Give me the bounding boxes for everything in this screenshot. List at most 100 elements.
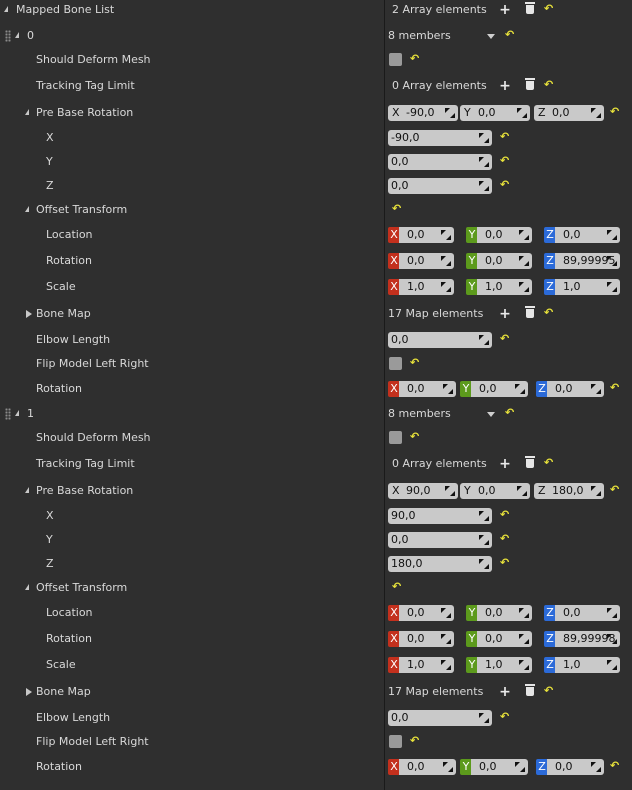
rotation-x-field[interactable]: 0,0: [399, 253, 454, 269]
pre-base-z-field[interactable]: Z 0,0: [534, 105, 604, 121]
collapse-arrow-icon[interactable]: [25, 206, 29, 212]
pre-base-y-field[interactable]: 0,0: [388, 154, 492, 170]
expand-arrow-icon[interactable]: [26, 310, 32, 318]
drag-handle-icon[interactable]: [519, 608, 529, 618]
reset-arrow-icon[interactable]: [610, 107, 620, 117]
reset-arrow-icon[interactable]: [544, 4, 554, 14]
collapse-arrow-icon[interactable]: [25, 584, 29, 590]
scale-z-field[interactable]: 1,0: [555, 657, 620, 673]
reset-arrow-icon[interactable]: [500, 712, 510, 722]
rotation2-x-field[interactable]: 0,0: [399, 381, 456, 397]
drag-handle-icon[interactable]: [441, 256, 451, 266]
reset-arrow-icon[interactable]: [500, 156, 510, 166]
pre-base-z-field[interactable]: 0,0: [388, 178, 492, 194]
drag-handle-icon[interactable]: [607, 230, 617, 240]
reset-arrow-icon[interactable]: [500, 558, 510, 568]
pre-base-y-field[interactable]: 0,0: [388, 532, 492, 548]
reset-arrow-icon[interactable]: [610, 383, 620, 393]
location-x-field[interactable]: 0,0: [399, 605, 454, 621]
rotation2-y-field[interactable]: 0,0: [471, 381, 528, 397]
rotation-z-field[interactable]: 89,99998: [555, 631, 620, 647]
drag-handle-icon[interactable]: [479, 181, 489, 191]
location-x-field[interactable]: 0,0: [399, 227, 454, 243]
plus-icon[interactable]: +: [498, 684, 512, 700]
drag-handle-icon[interactable]: [519, 660, 529, 670]
drag-handle-icon[interactable]: [479, 535, 489, 545]
chevron-down-icon[interactable]: [487, 412, 495, 417]
drag-handle-icon[interactable]: [445, 108, 455, 118]
drag-handle-icon[interactable]: [479, 713, 489, 723]
should-deform-checkbox[interactable]: [389, 53, 402, 66]
elbow-length-field[interactable]: 0,0: [388, 332, 492, 348]
rotation-x-field[interactable]: 0,0: [399, 631, 454, 647]
drag-handle-icon[interactable]: [591, 762, 601, 772]
drag-handle-icon[interactable]: [519, 282, 529, 292]
flip-model-checkbox[interactable]: [389, 357, 402, 370]
reset-arrow-icon[interactable]: [610, 761, 620, 771]
scale-y-field[interactable]: 1,0: [477, 657, 532, 673]
drag-handle-icon[interactable]: [517, 108, 527, 118]
plus-icon[interactable]: +: [498, 78, 512, 94]
collapse-arrow-icon[interactable]: [4, 6, 8, 12]
rotation2-x-field[interactable]: 0,0: [399, 759, 456, 775]
drag-grip-icon[interactable]: [5, 408, 11, 420]
reset-arrow-icon[interactable]: [500, 510, 510, 520]
drag-handle-icon[interactable]: [479, 133, 489, 143]
location-y-field[interactable]: 0,0: [477, 605, 532, 621]
scale-x-field[interactable]: 1,0: [399, 657, 454, 673]
pre-base-x-field[interactable]: 90,0: [388, 508, 492, 524]
pre-base-x-field[interactable]: -90,0: [388, 130, 492, 146]
drag-handle-icon[interactable]: [519, 230, 529, 240]
drag-handle-icon[interactable]: [517, 486, 527, 496]
expand-arrow-icon[interactable]: [26, 688, 32, 696]
drag-handle-icon[interactable]: [445, 486, 455, 496]
reset-arrow-icon[interactable]: [544, 308, 554, 318]
drag-handle-icon[interactable]: [591, 384, 601, 394]
drag-handle-icon[interactable]: [607, 608, 617, 618]
drag-handle-icon[interactable]: [515, 762, 525, 772]
collapse-arrow-icon[interactable]: [25, 487, 29, 493]
rotation2-y-field[interactable]: 0,0: [471, 759, 528, 775]
drag-handle-icon[interactable]: [515, 384, 525, 394]
reset-arrow-icon[interactable]: [500, 180, 510, 190]
drag-grip-icon[interactable]: [5, 30, 11, 42]
scale-y-field[interactable]: 1,0: [477, 279, 532, 295]
collapse-arrow-icon[interactable]: [15, 32, 19, 38]
trash-icon[interactable]: [525, 684, 535, 696]
drag-handle-icon[interactable]: [607, 282, 617, 292]
pre-base-y-field[interactable]: Y 0,0: [460, 483, 530, 499]
collapse-arrow-icon[interactable]: [15, 410, 19, 416]
drag-handle-icon[interactable]: [443, 762, 453, 772]
drag-handle-icon[interactable]: [479, 511, 489, 521]
reset-arrow-icon[interactable]: [410, 54, 420, 64]
drag-handle-icon[interactable]: [607, 660, 617, 670]
reset-arrow-icon[interactable]: [544, 686, 554, 696]
trash-icon[interactable]: [525, 456, 535, 468]
reset-arrow-icon[interactable]: [544, 458, 554, 468]
reset-arrow-icon[interactable]: [410, 736, 420, 746]
reset-arrow-icon[interactable]: [410, 358, 420, 368]
reset-arrow-icon[interactable]: [500, 132, 510, 142]
drag-handle-icon[interactable]: [441, 230, 451, 240]
flip-model-checkbox[interactable]: [389, 735, 402, 748]
collapse-arrow-icon[interactable]: [25, 109, 29, 115]
reset-arrow-icon[interactable]: [410, 432, 420, 442]
plus-icon[interactable]: +: [498, 306, 512, 322]
scale-z-field[interactable]: 1,0: [555, 279, 620, 295]
drag-handle-icon[interactable]: [441, 634, 451, 644]
rotation-y-field[interactable]: 0,0: [477, 631, 532, 647]
rotation-z-field[interactable]: 89,99995: [555, 253, 620, 269]
drag-handle-icon[interactable]: [441, 608, 451, 618]
drag-handle-icon[interactable]: [591, 486, 601, 496]
trash-icon[interactable]: [525, 2, 535, 14]
scale-x-field[interactable]: 1,0: [399, 279, 454, 295]
reset-arrow-icon[interactable]: [392, 204, 402, 214]
drag-handle-icon[interactable]: [607, 256, 617, 266]
location-y-field[interactable]: 0,0: [477, 227, 532, 243]
rotation-y-field[interactable]: 0,0: [477, 253, 532, 269]
drag-handle-icon[interactable]: [443, 384, 453, 394]
drag-handle-icon[interactable]: [479, 335, 489, 345]
drag-handle-icon[interactable]: [607, 634, 617, 644]
rotation2-z-field[interactable]: 0,0: [547, 381, 604, 397]
location-z-field[interactable]: 0,0: [555, 227, 620, 243]
